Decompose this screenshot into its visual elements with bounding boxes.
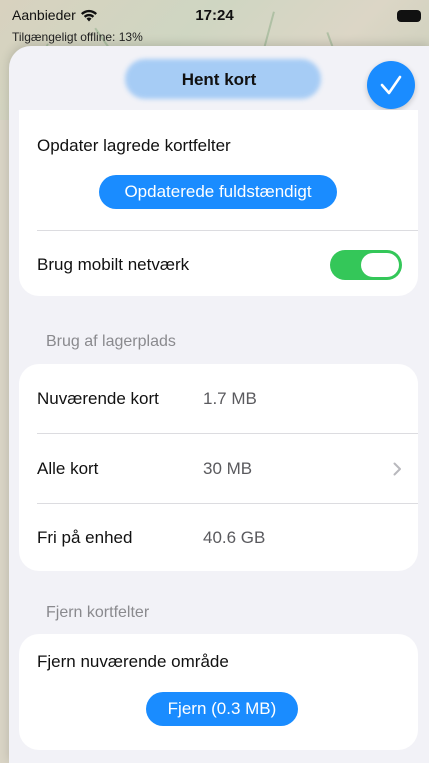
storage-row-all-maps[interactable]: Alle kort 30 MB: [19, 434, 418, 503]
done-button[interactable]: [367, 61, 415, 109]
storage-row-free: Fri på enhed 40.6 GB: [19, 503, 418, 571]
update-tiles-label: Opdater lagrede kortfelter: [37, 136, 231, 155]
offline-availability: Tilgængeligt offline: 13%: [12, 30, 143, 44]
storage-section-header: Brug af lagerplads: [46, 333, 176, 350]
screen: Aanbieder 17:24 Tilgængeligt offline: 13…: [0, 0, 429, 763]
remove-area-label: Fjern nuværende område: [37, 652, 229, 671]
remove-section-header: Fjern kortfelter: [46, 604, 150, 621]
chevron-right-icon: [393, 462, 401, 475]
current-map-value: 1.7 MB: [203, 388, 257, 408]
download-maps-sheet: Hent kort Opdater lagrede kortfelter Opd…: [9, 46, 429, 763]
update-card: Opdater lagrede kortfelter Opdaterede fu…: [19, 110, 418, 296]
mobile-network-toggle[interactable]: [330, 250, 402, 280]
toggle-knob: [361, 253, 399, 277]
storage-row-current: Nuværende kort 1.7 MB: [19, 364, 418, 433]
all-maps-label: Alle kort: [37, 458, 99, 478]
divider: [37, 230, 418, 231]
free-space-value: 40.6 GB: [203, 527, 266, 547]
storage-card: Nuværende kort 1.7 MB Alle kort 30 MB Fr…: [19, 364, 418, 571]
update-complete-button[interactable]: Opdaterede fuldstændigt: [99, 175, 337, 209]
sheet-title: Hent kort: [181, 70, 257, 89]
status-time: 17:24: [195, 7, 234, 24]
mobile-network-label: Brug mobilt netværk: [37, 255, 190, 274]
remove-button[interactable]: Fjern (0.3 MB): [146, 692, 298, 726]
status-bar: Aanbieder 17:24: [0, 0, 429, 30]
checkmark-icon: [380, 75, 402, 95]
free-space-label: Fri på enhed: [37, 527, 133, 547]
current-map-label: Nuværende kort: [37, 388, 159, 408]
battery-icon: [397, 10, 421, 22]
remove-card: Fjern nuværende område Fjern (0.3 MB): [19, 634, 418, 750]
all-maps-value: 30 MB: [203, 458, 253, 478]
